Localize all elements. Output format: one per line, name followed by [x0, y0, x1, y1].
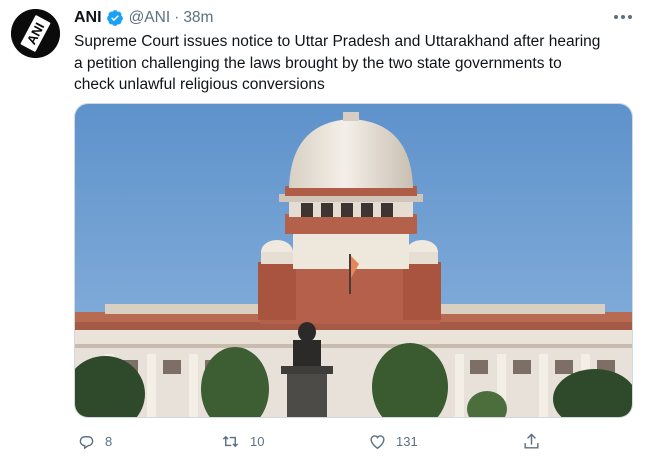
account-handle[interactable]: @ANI — [129, 9, 171, 27]
like-button[interactable]: 131 — [368, 428, 418, 454]
tweet-media-image[interactable] — [74, 103, 633, 418]
tweet-header: ANI @ANI · 38m — [74, 7, 213, 29]
retweet-count: 10 — [250, 433, 265, 449]
tweet-text-line: Supreme Court issues notice to Uttar Pra… — [74, 33, 601, 50]
tweet-text-line: check unlawful religious conversions — [74, 76, 325, 93]
share-icon — [524, 432, 539, 449]
account-name[interactable]: ANI — [74, 9, 102, 27]
more-icon — [614, 15, 632, 19]
tweet-timestamp[interactable]: 38m — [183, 9, 213, 27]
reply-icon — [79, 435, 94, 449]
avatar[interactable]: ANI — [11, 9, 60, 58]
like-count: 131 — [396, 433, 418, 449]
tweet-text-line: a petition challenging the laws brought … — [74, 54, 562, 72]
heart-icon — [370, 434, 385, 449]
retweet-button[interactable]: 10 — [220, 428, 264, 454]
separator-dot: · — [174, 9, 180, 26]
share-button[interactable] — [522, 428, 550, 454]
retweet-icon — [222, 435, 239, 447]
verified-badge-icon — [106, 9, 124, 27]
reply-count: 8 — [105, 433, 113, 449]
reply-button[interactable]: 8 — [77, 428, 112, 454]
more-button[interactable] — [612, 10, 634, 24]
tweet-text: Supreme Court issues notice to Uttar Pra… — [74, 31, 639, 96]
tweet-actions-bar: 8 10 131 — [0, 428, 647, 454]
tweet-card[interactable]: ANI ANI @ANI · 38m Supreme Court issues … — [0, 0, 647, 466]
